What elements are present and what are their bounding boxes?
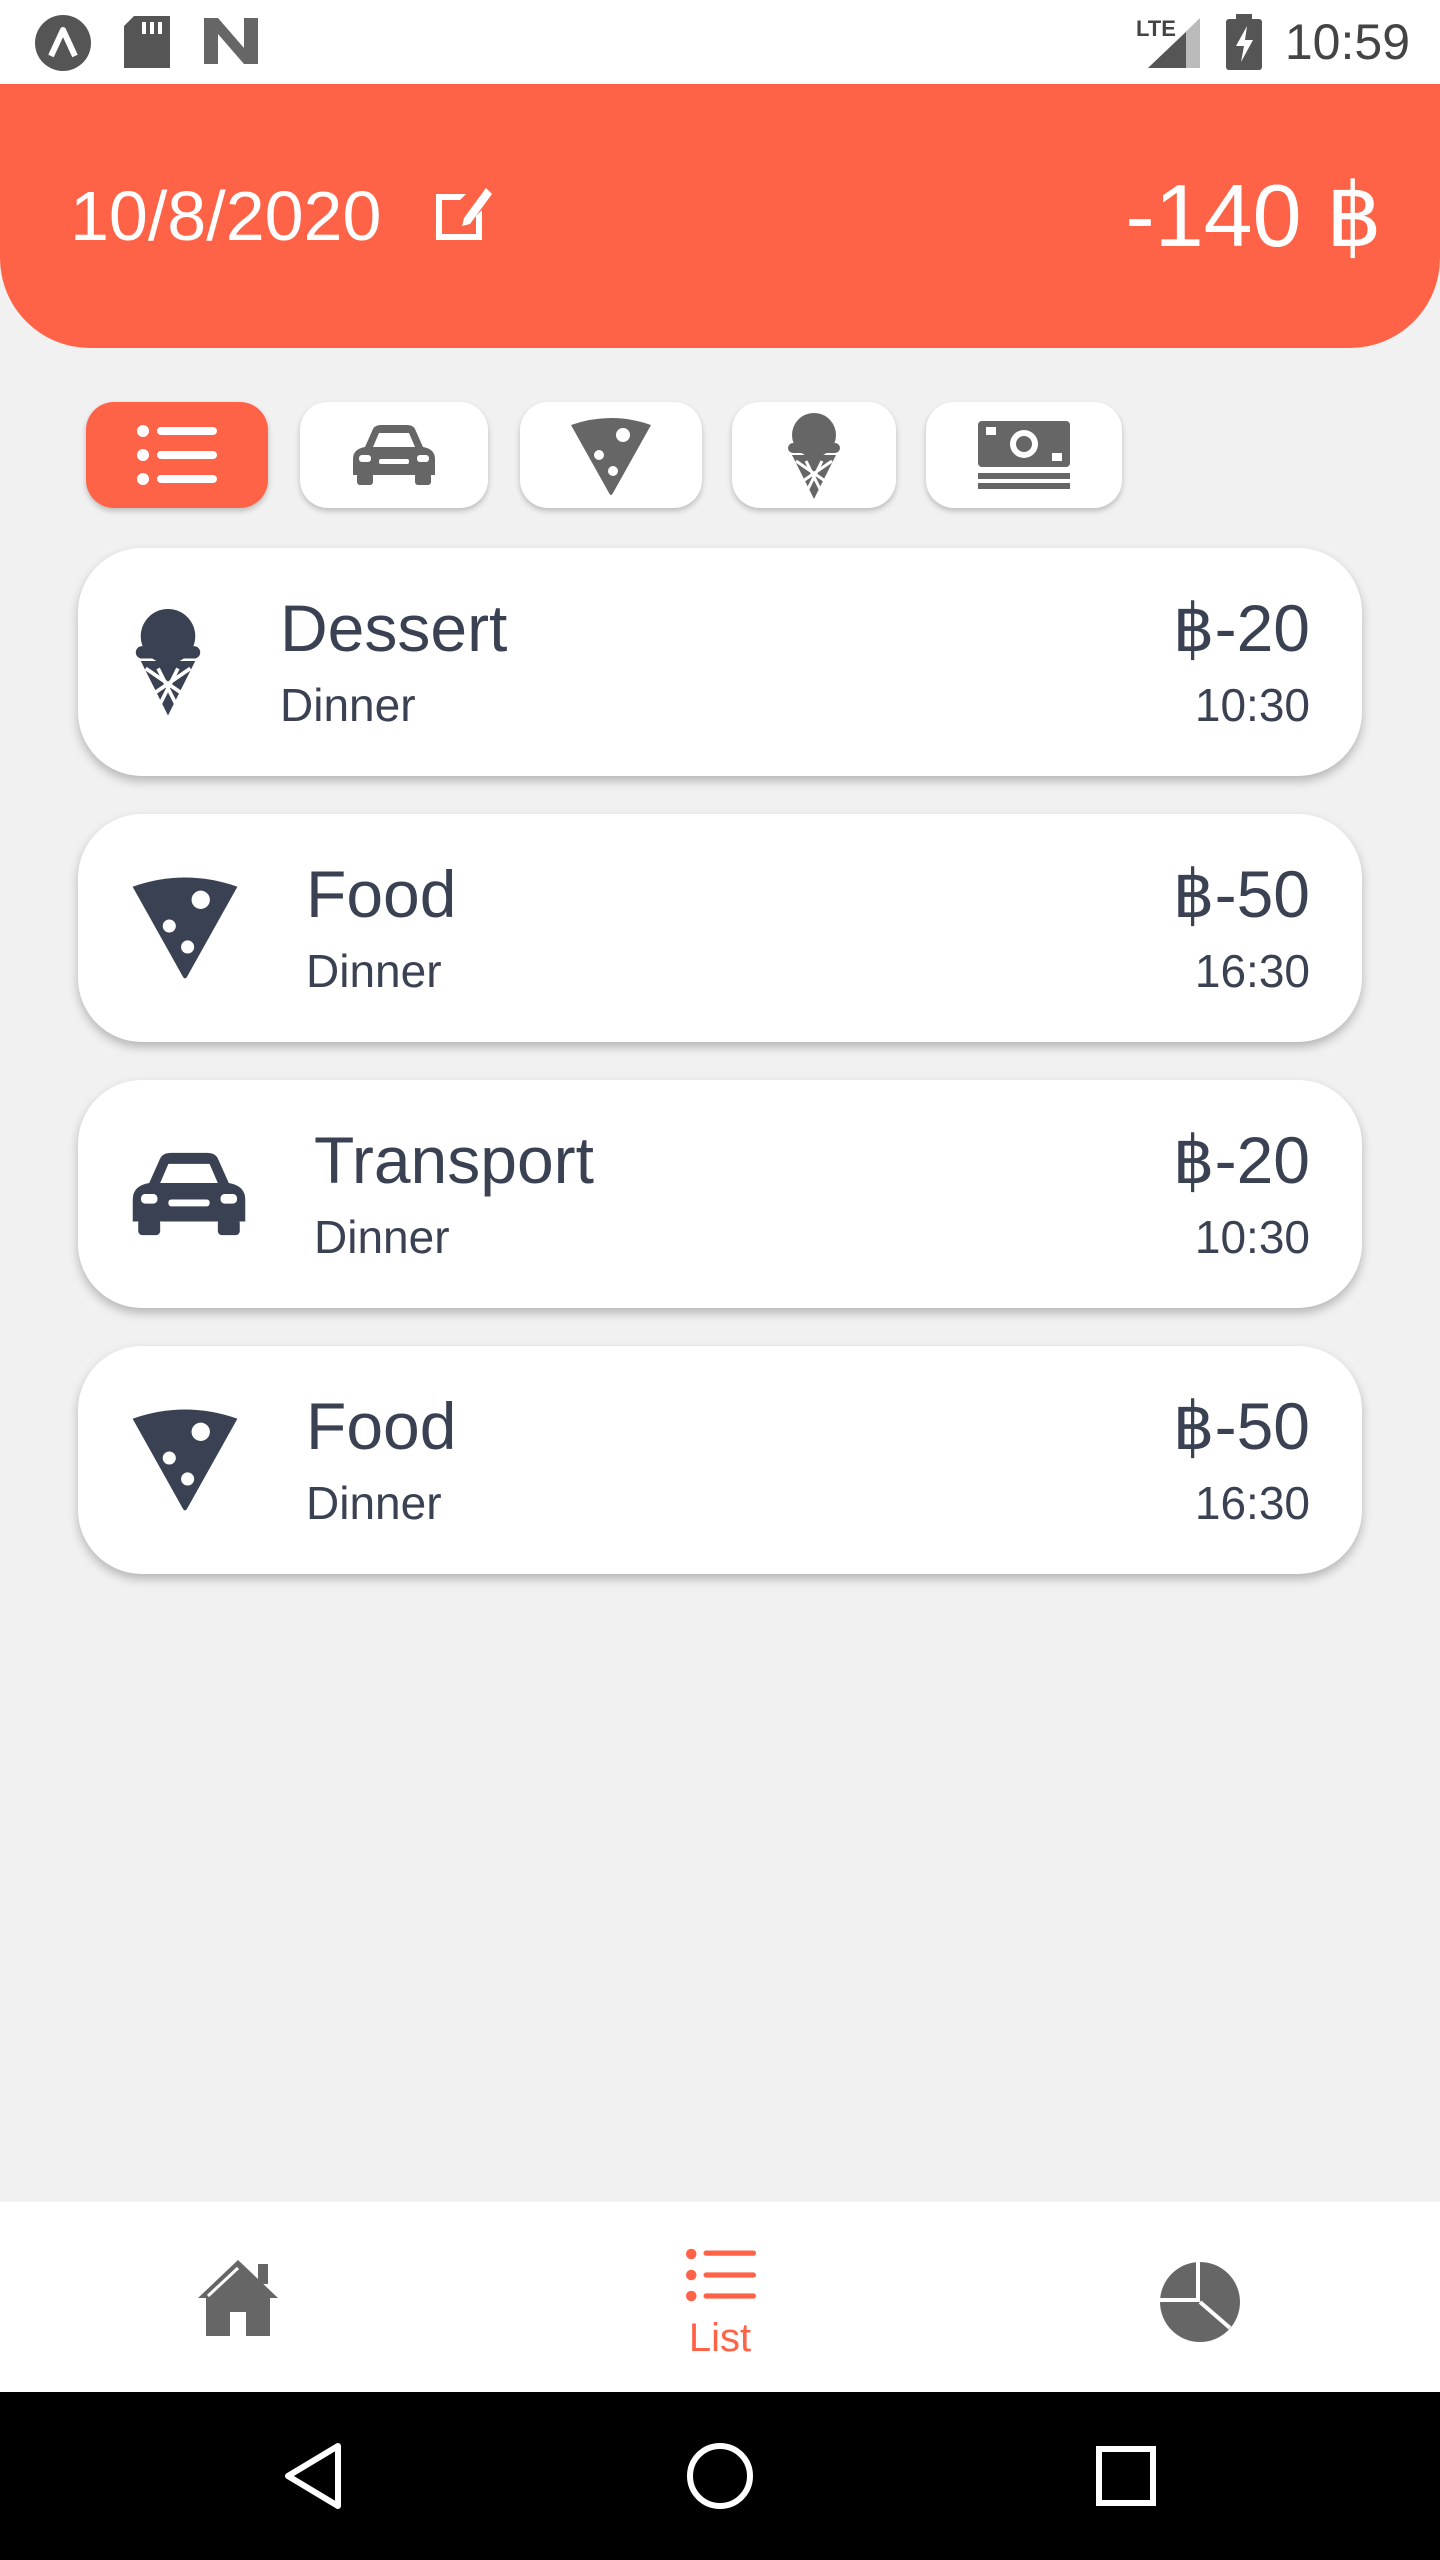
pizza-icon — [132, 1409, 238, 1511]
battery-charging-icon — [1226, 14, 1262, 70]
system-nav-bar — [0, 2392, 1440, 2560]
total-amount: -140 ฿ — [1125, 166, 1382, 265]
home-icon — [198, 2260, 278, 2336]
transaction-title: Dessert — [280, 591, 508, 665]
money-icon — [978, 421, 1070, 489]
nav-home[interactable] — [196, 2258, 280, 2338]
transaction-amount: ฿-20 — [1172, 591, 1310, 665]
transaction-title: Transport — [314, 1123, 594, 1197]
date-label[interactable]: 10/8/2020 — [70, 176, 381, 256]
transaction-subtitle: Dinner — [306, 1477, 442, 1529]
transaction-card[interactable]: Transport Dinner ฿-20 10:30 — [78, 1080, 1362, 1308]
pie-chart-icon — [1160, 2262, 1240, 2342]
transaction-time: 16:30 — [1194, 945, 1310, 997]
nav-list[interactable]: List — [670, 2246, 770, 2376]
filter-chip-transport[interactable] — [300, 402, 488, 508]
transaction-card[interactable]: Food Dinner ฿-50 16:30 — [78, 814, 1362, 1042]
transaction-title: Food — [306, 857, 457, 931]
transaction-title: Food — [306, 1389, 457, 1463]
home-circle-icon[interactable] — [686, 2442, 754, 2510]
sd-card-icon — [124, 16, 170, 68]
transaction-amount: ฿-20 — [1172, 1123, 1310, 1197]
signal-icon — [1148, 18, 1200, 68]
nav-stats[interactable] — [1158, 2260, 1242, 2344]
edit-icon[interactable] — [430, 180, 496, 246]
transaction-card[interactable]: Food Dinner ฿-50 16:30 — [78, 1346, 1362, 1574]
transaction-amount: ฿-50 — [1172, 857, 1310, 931]
list-icon — [686, 2248, 756, 2302]
filter-chip-food[interactable] — [520, 402, 702, 508]
transaction-time: 10:30 — [1194, 1211, 1310, 1263]
back-icon[interactable] — [282, 2442, 344, 2510]
car-icon — [353, 425, 435, 485]
n-logo-icon — [204, 18, 258, 64]
transaction-time: 10:30 — [1194, 679, 1310, 731]
filter-chip-income[interactable] — [926, 402, 1122, 508]
status-bar: LTE 10:59 — [0, 0, 1440, 84]
car-icon — [132, 1152, 246, 1236]
bottom-nav: List — [0, 2202, 1440, 2392]
filter-chip-dessert[interactable] — [732, 402, 896, 508]
list-icon — [137, 425, 217, 485]
transaction-subtitle: Dinner — [280, 679, 416, 731]
header: 10/8/2020 -140 ฿ — [0, 84, 1440, 348]
status-time: 10:59 — [1284, 14, 1410, 70]
pizza-icon — [132, 877, 238, 979]
transaction-amount: ฿-50 — [1172, 1389, 1310, 1463]
transaction-time: 16:30 — [1194, 1477, 1310, 1529]
nav-list-label: List — [688, 2316, 752, 2360]
ice-cream-icon — [788, 413, 840, 499]
transaction-card[interactable]: Dessert Dinner ฿-20 10:30 — [78, 548, 1362, 776]
filter-chip-all[interactable] — [86, 402, 268, 508]
pizza-icon — [571, 418, 651, 495]
ice-cream-icon — [135, 608, 201, 716]
recents-icon[interactable] — [1096, 2446, 1156, 2506]
transaction-subtitle: Dinner — [314, 1211, 450, 1263]
transaction-subtitle: Dinner — [306, 945, 442, 997]
app-launcher-icon — [35, 15, 91, 71]
